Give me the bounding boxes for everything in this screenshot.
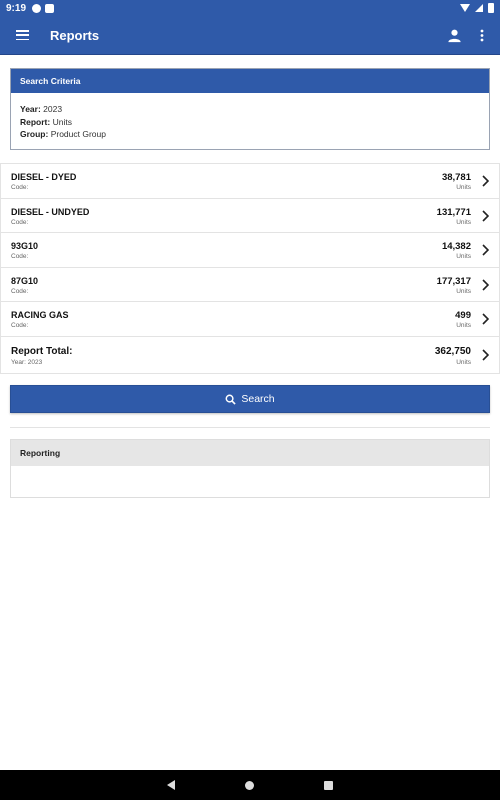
item-code: Code:	[11, 184, 29, 191]
chevron-right-icon	[482, 348, 489, 361]
signal-icon	[475, 4, 483, 12]
wifi-icon	[460, 4, 470, 12]
item-code: Code:	[11, 322, 29, 329]
list-item[interactable]: DIESEL - UNDYED Code: 131,771 Units	[0, 198, 500, 233]
total-label: Report Total:	[11, 345, 73, 357]
overflow-menu-button[interactable]	[468, 16, 496, 55]
recent-apps-icon[interactable]	[324, 780, 333, 790]
item-value: 177,317	[436, 275, 471, 287]
account-button[interactable]	[440, 16, 468, 55]
item-code: Code:	[11, 218, 29, 226]
reporting-header: Reporting	[11, 440, 489, 466]
more-vert-icon	[480, 29, 484, 41]
chevron-right-icon	[482, 175, 489, 187]
search-icon	[225, 394, 237, 405]
item-name: DIESEL - UNDYED	[11, 206, 90, 217]
list-item[interactable]: RACING GAS Code: 499 Units	[0, 302, 500, 337]
total-year: Year: 2023	[11, 358, 43, 366]
list-item[interactable]: 87G10 Code: 177,317 Units	[0, 267, 500, 302]
status-bar: 9:19	[0, 0, 500, 16]
list-item[interactable]: DIESEL - DYED Code: 38,781 Units	[0, 164, 500, 199]
criteria-group: Group: Product Group	[20, 129, 106, 139]
chevron-right-icon	[482, 244, 489, 256]
item-code: Code:	[11, 287, 29, 295]
hamburger-icon	[15, 30, 29, 40]
report-list: DIESEL - DYED Code: 38,781 Units DIESEL …	[0, 163, 500, 374]
list-item[interactable]: 93G10 Code: 14,382 Units	[0, 233, 500, 268]
app-notification-icon	[32, 3, 42, 13]
search-criteria-card: Search Criteria Year: 2023 Report: Units…	[10, 68, 490, 150]
person-icon	[447, 29, 461, 42]
page-title: Reports	[50, 27, 100, 43]
item-value: 14,382	[441, 241, 471, 252]
reporting-panel: Reporting	[10, 439, 490, 498]
search-button[interactable]: Search	[10, 385, 490, 413]
chevron-right-icon	[482, 278, 489, 291]
item-value: 131,771	[436, 206, 471, 218]
item-name: 87G10	[11, 275, 39, 286]
search-button-label: Search	[241, 393, 275, 405]
item-value: 38,781	[441, 172, 471, 183]
item-unit: Units	[456, 184, 471, 191]
divider	[10, 427, 490, 428]
item-unit: Units	[456, 322, 471, 329]
search-criteria-header: Search Criteria	[11, 69, 489, 93]
item-name: 93G10	[11, 241, 39, 251]
item-name: DIESEL - DYED	[11, 172, 77, 182]
status-time: 9:19	[6, 2, 27, 14]
battery-icon	[488, 3, 494, 13]
app-bar: Reports	[0, 16, 500, 55]
back-icon[interactable]	[167, 780, 175, 790]
sd-card-icon	[45, 3, 55, 13]
menu-button[interactable]	[0, 16, 44, 55]
item-unit: Units	[456, 253, 471, 260]
chevron-right-icon	[482, 313, 489, 325]
system-nav-bar	[0, 770, 500, 800]
criteria-year: Year: 2023	[20, 104, 63, 114]
item-unit: Units	[456, 218, 471, 226]
home-icon[interactable]	[245, 780, 254, 790]
item-name: RACING GAS	[11, 310, 69, 320]
item-unit: Units	[456, 287, 471, 295]
item-value: 499	[455, 310, 471, 321]
item-code: Code:	[11, 253, 29, 260]
chevron-right-icon	[482, 209, 489, 222]
total-unit: Units	[456, 358, 471, 366]
report-total-row[interactable]: Report Total: Year: 2023 362,750 Units	[0, 336, 500, 374]
criteria-report: Report: Units	[20, 116, 72, 127]
total-value: 362,750	[434, 345, 471, 357]
